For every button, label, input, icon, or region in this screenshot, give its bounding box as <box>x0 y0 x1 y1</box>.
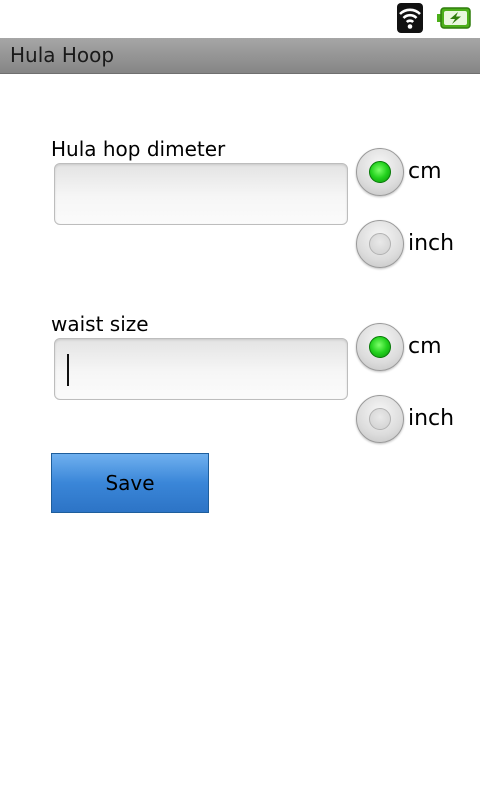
waist-inch-label: inch <box>408 406 455 431</box>
battery-charging-icon <box>437 7 471 29</box>
waist-cm-radio[interactable] <box>356 323 404 371</box>
wifi-icon <box>397 3 423 33</box>
waist-label: waist size <box>51 312 149 336</box>
text-cursor <box>67 354 69 386</box>
diameter-inch-radio[interactable] <box>356 220 404 268</box>
diameter-label: Hula hop dimeter <box>51 137 226 161</box>
app-title-bar: Hula Hoop <box>0 38 480 74</box>
waist-cm-label: cm <box>408 334 442 359</box>
save-button[interactable]: Save <box>51 453 209 513</box>
diameter-cm-label: cm <box>408 159 442 184</box>
waist-input[interactable] <box>54 338 348 400</box>
waist-inch-radio[interactable] <box>356 395 404 443</box>
status-bar <box>0 0 480 38</box>
radio-unselected-indicator <box>369 233 391 255</box>
diameter-inch-label: inch <box>408 231 455 256</box>
radio-selected-indicator <box>369 336 391 358</box>
diameter-cm-radio[interactable] <box>356 148 404 196</box>
radio-selected-indicator <box>369 161 391 183</box>
diameter-input[interactable] <box>54 163 348 225</box>
radio-unselected-indicator <box>369 408 391 430</box>
app-title: Hula Hoop <box>10 43 115 67</box>
